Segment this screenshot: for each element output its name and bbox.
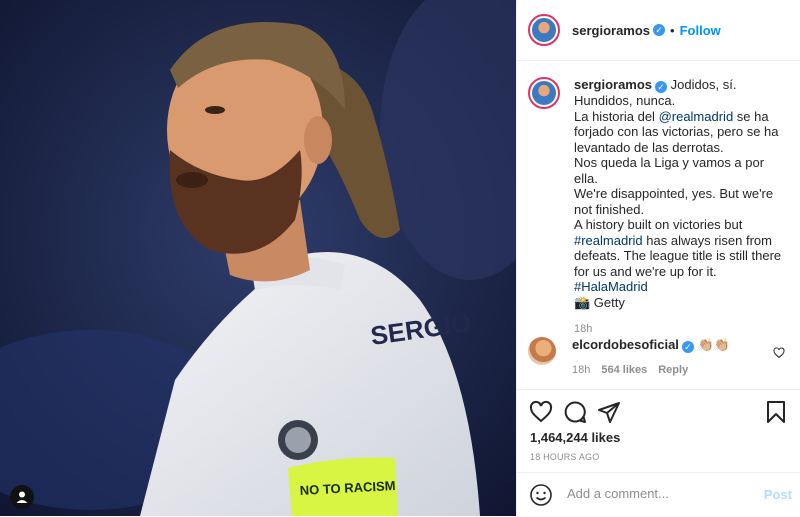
post-header: sergioramos ✓ • Follow <box>517 0 800 61</box>
comment-text: elcordobesoficial ✓ 👏🏼👏🏼 <box>572 337 730 353</box>
caption-author-username[interactable]: sergioramos <box>574 77 652 92</box>
save-bookmark-icon[interactable] <box>764 400 788 424</box>
comment-likes[interactable]: 564 likes <box>601 364 647 376</box>
instagram-post-view: SERGIO NO TO RACISM sergioramos ✓ • Foll… <box>0 0 800 516</box>
like-heart-icon[interactable] <box>529 400 553 424</box>
add-comment-bar: Post <box>517 472 800 517</box>
reply-button[interactable]: Reply <box>658 364 688 376</box>
likes-count[interactable]: 1,464,244 likes <box>530 430 620 445</box>
post-photo[interactable]: SERGIO NO TO RACISM <box>0 0 516 516</box>
mention-link[interactable]: @realmadrid <box>659 109 734 124</box>
follow-button[interactable]: Follow <box>680 23 721 38</box>
emoji-smiley-icon[interactable] <box>529 483 553 507</box>
comment-like-heart-icon[interactable] <box>773 347 785 359</box>
post-comment-button[interactable]: Post <box>764 487 792 502</box>
author-username[interactable]: sergioramos <box>572 23 650 38</box>
photo-credit: 📸 Getty <box>574 294 625 310</box>
caption-line: La historia del <box>574 108 659 124</box>
comment-timestamp[interactable]: 18h <box>572 364 590 376</box>
commenter-username[interactable]: elcordobesoficial <box>572 337 679 352</box>
caption-text: sergioramos ✓ Jodidos, sí. Hundidos, nunc… <box>574 77 784 310</box>
caption-timestamp[interactable]: 18h <box>574 323 784 335</box>
comment-input[interactable] <box>565 485 759 502</box>
hashtag-link[interactable]: #realmadrid <box>574 233 643 248</box>
caption-line: A history built on victories but <box>574 217 743 232</box>
tagged-users-button[interactable] <box>10 485 34 509</box>
verified-badge-icon: ✓ <box>655 81 668 93</box>
post-side-panel: sergioramos ✓ • Follow sergioramos ✓ Jodi… <box>516 0 800 516</box>
post-age[interactable]: 18 HOURS AGO <box>530 452 599 462</box>
comment-body: 👏🏼👏🏼 <box>697 337 730 352</box>
comments-section[interactable]: sergioramos ✓ Jodidos, sí. Hundidos, nunc… <box>517 61 800 389</box>
caption-line: Nos queda la Liga y vamos a por ella. <box>574 155 765 186</box>
hashtag-link[interactable]: #HalaMadrid <box>574 279 648 294</box>
verified-badge-icon: ✓ <box>681 341 694 353</box>
user-icon <box>16 491 28 503</box>
action-icons <box>529 400 788 424</box>
post-actions: 1,464,244 likes 18 HOURS AGO <box>517 389 800 472</box>
verified-badge-icon: ✓ <box>653 24 666 36</box>
comment-meta: 18h 564 likes Reply <box>572 364 730 376</box>
player-photo-illustration: SERGIO NO TO RACISM <box>0 0 516 516</box>
comment-item: elcordobesoficial ✓ 👏🏼👏🏼 18h 564 likes Repl… <box>528 337 790 376</box>
caption-line: We're disappointed, yes. But we're not f… <box>574 186 774 217</box>
caption-author-avatar[interactable] <box>528 77 560 109</box>
share-paper-plane-icon[interactable] <box>597 400 621 424</box>
separator-dot: • <box>670 22 675 38</box>
caption-row: sergioramos ✓ Jodidos, sí. Hundidos, nunc… <box>517 61 800 335</box>
commenter-avatar[interactable] <box>528 337 556 365</box>
comment-bubble-icon[interactable] <box>563 400 587 424</box>
author-avatar[interactable] <box>528 14 560 46</box>
